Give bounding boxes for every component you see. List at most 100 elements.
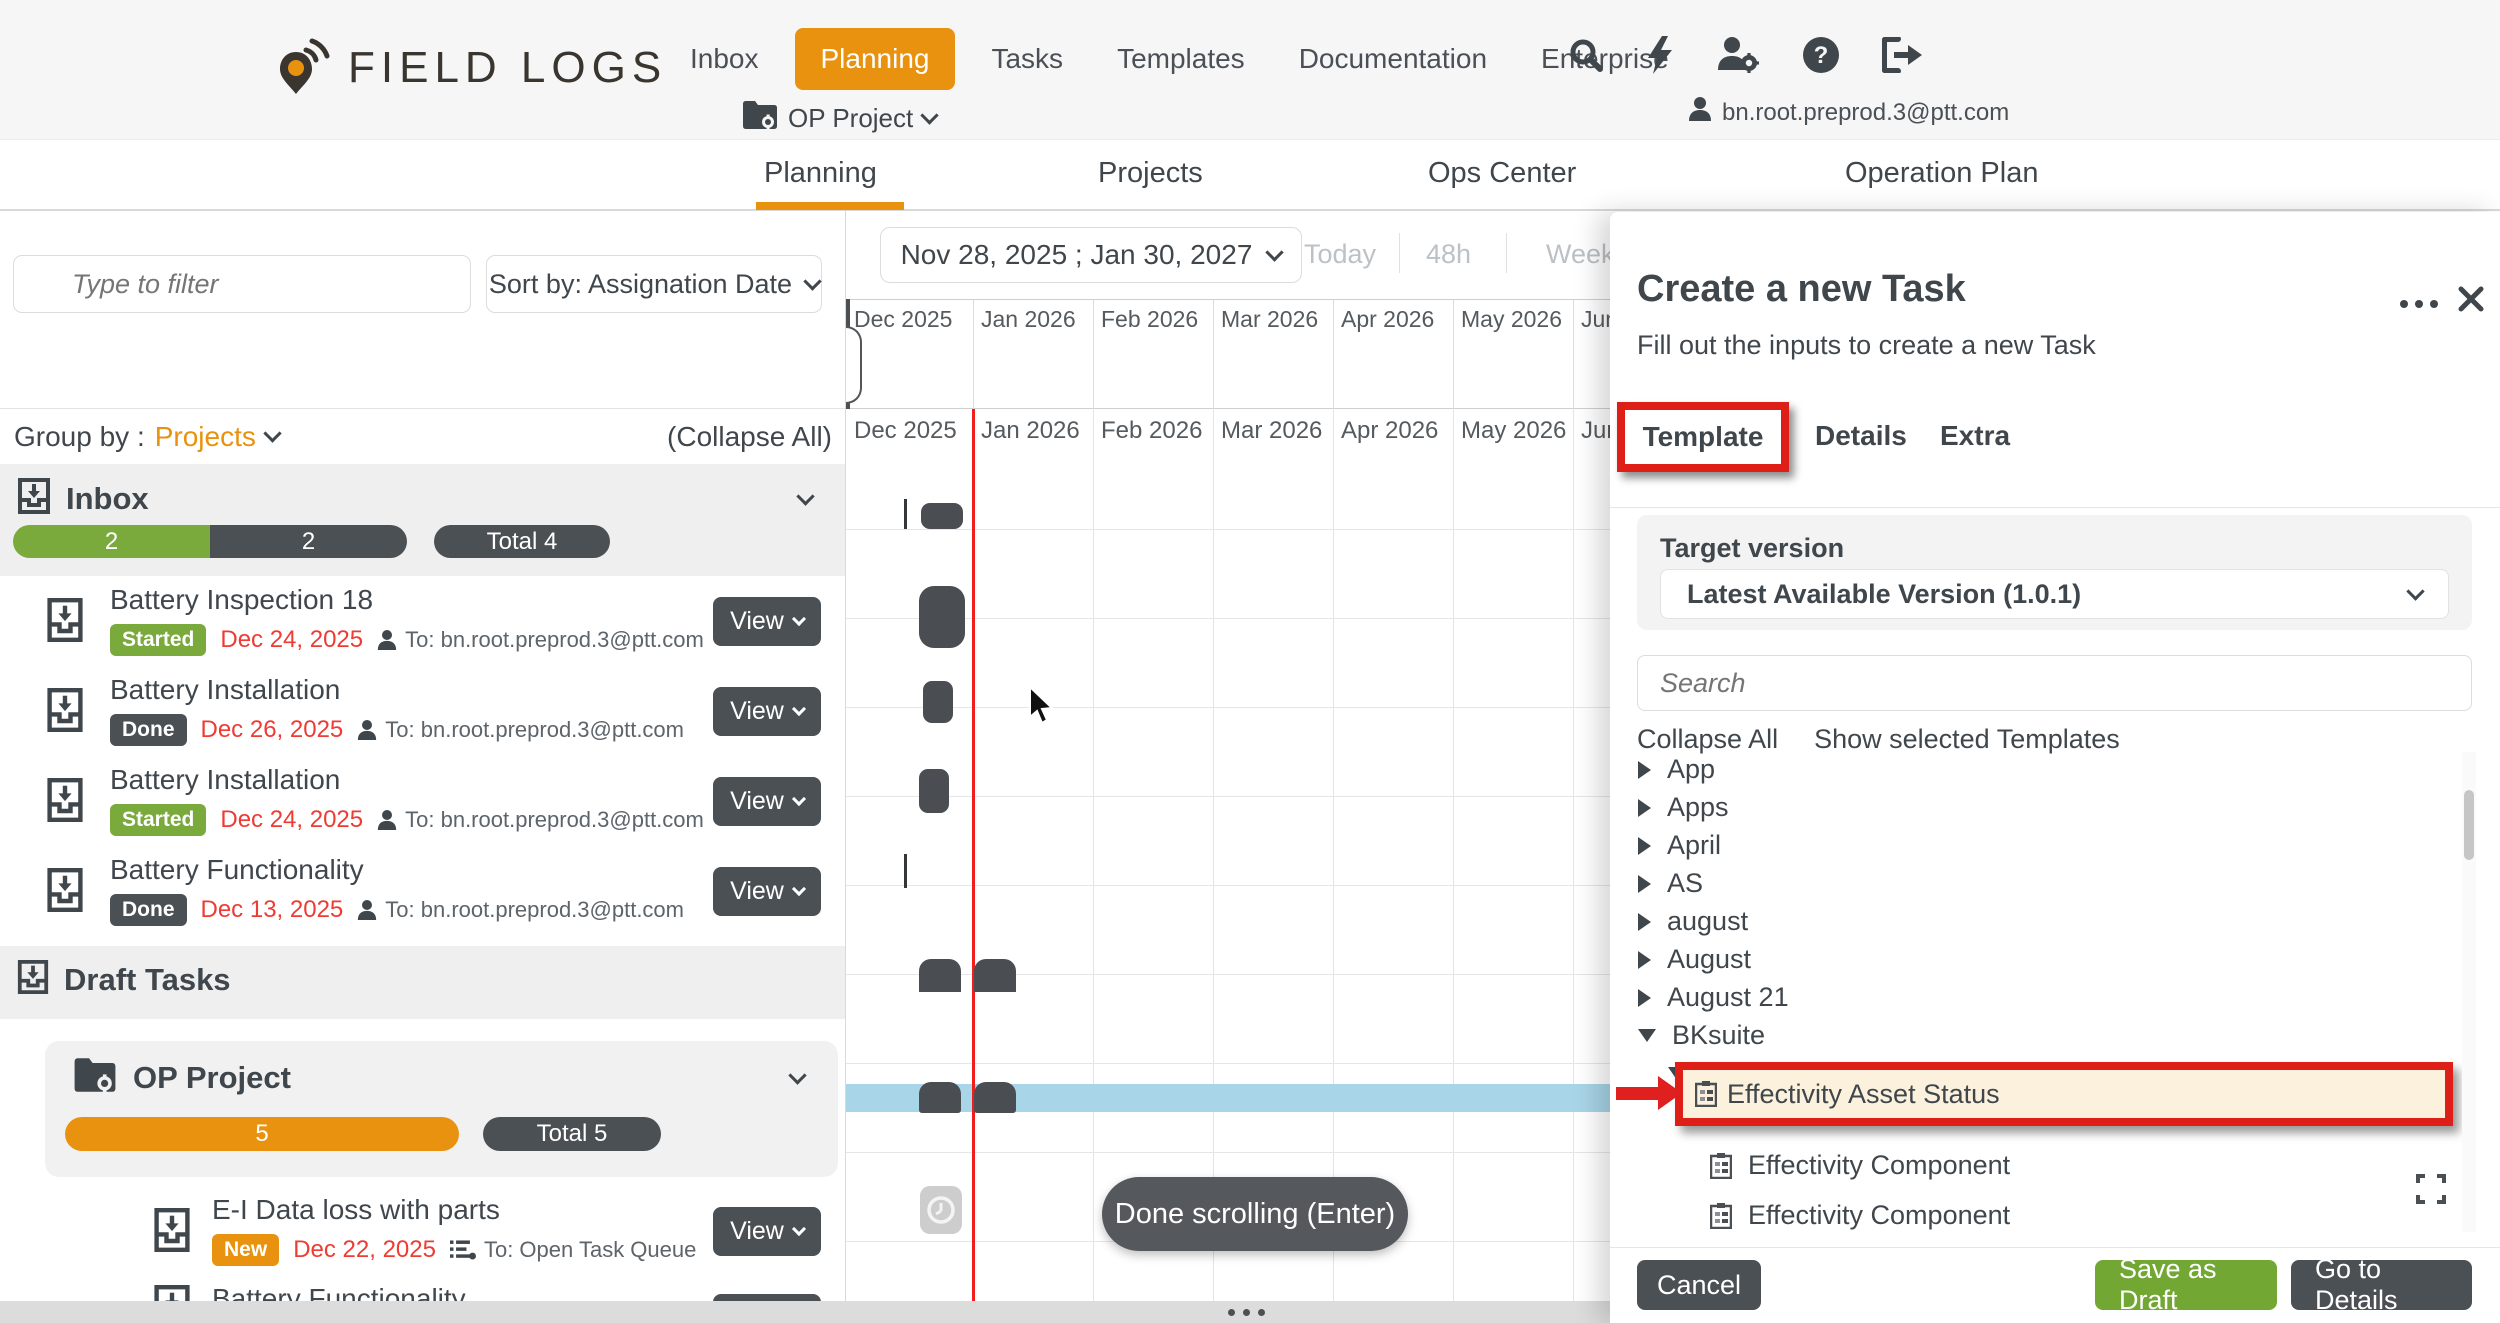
zoom-week-button[interactable]: Week [1546, 239, 1610, 270]
gantt-bar[interactable] [919, 586, 965, 648]
inbox-section-header[interactable]: Inbox 2 2 Total 4 [0, 464, 846, 576]
expand-fullscreen-icon[interactable] [2416, 1174, 2446, 1209]
brand-logo[interactable]: FIELD LOGS [278, 34, 667, 101]
nav-templates[interactable]: Templates [1099, 29, 1263, 89]
more-options-icon[interactable] [2400, 300, 2438, 308]
tree-item-as[interactable]: AS [1638, 868, 1703, 899]
gantt-bar[interactable] [919, 769, 949, 813]
task-title: E-I Data loss with parts [212, 1194, 500, 1226]
task-row-partial[interactable]: Battery Functionality [0, 1277, 846, 1301]
view-button[interactable]: View [713, 597, 821, 646]
tree-scrollbar[interactable] [2462, 752, 2476, 1232]
gantt-minimap[interactable]: Dec 2025 Jan 2026 Feb 2026 Mar 2026 Apr … [846, 299, 1610, 409]
view-button[interactable] [713, 1294, 821, 1301]
inbox-count-started: 2 [13, 525, 210, 558]
tree-item-august-21[interactable]: August 21 [1638, 982, 1789, 1013]
nav-inbox[interactable]: Inbox [672, 29, 777, 89]
view-button[interactable]: View [713, 777, 821, 826]
tree-item-bksuite[interactable]: BKsuite [1638, 1020, 1765, 1051]
collapse-all-link[interactable]: Collapse All [1637, 724, 1778, 755]
collapse-all-link[interactable]: (Collapse All) [667, 421, 832, 453]
person-icon [377, 809, 397, 831]
header-icon-group: ? [1568, 36, 1922, 74]
gantt-bar[interactable] [919, 1082, 961, 1113]
go-to-details-button[interactable]: Go to Details [2291, 1260, 2472, 1310]
task-row[interactable]: Battery Functionality Done Dec 13, 2025 … [0, 846, 846, 936]
save-as-draft-button[interactable]: Save as Draft [2095, 1260, 2277, 1310]
draft-tasks-header: Draft Tasks [0, 946, 846, 1019]
sort-label: Sort by: Assignation Date [489, 269, 792, 300]
horizontal-scrollbar[interactable] [0, 1301, 1610, 1323]
show-selected-link[interactable]: Show selected Templates [1814, 724, 2120, 755]
task-row[interactable]: Battery Installation Started Dec 24, 202… [0, 756, 846, 846]
gantt-bar[interactable] [921, 503, 963, 529]
template-search-input[interactable] [1637, 655, 2472, 711]
tab-ops-center[interactable]: Ops Center [1428, 157, 1576, 190]
minimap-month-label: May 2026 [1461, 306, 1562, 333]
nav-documentation[interactable]: Documentation [1281, 29, 1505, 89]
user-settings-icon[interactable] [1716, 36, 1760, 74]
tree-item-august[interactable]: August [1638, 944, 1751, 975]
gantt-milestone-tick[interactable] [904, 854, 907, 888]
logout-icon[interactable] [1882, 37, 1922, 73]
gantt-bar[interactable] [974, 959, 1016, 992]
tree-scrollbar-thumb[interactable] [2464, 790, 2474, 860]
tree-item-apps[interactable]: Apps [1638, 792, 1729, 823]
help-icon[interactable]: ? [1802, 36, 1840, 74]
tab-planning[interactable]: Planning [764, 157, 877, 190]
tree-item-effectivity-component-2[interactable]: Effectivity Component [1710, 1200, 2010, 1231]
project-group-total: Total 5 [483, 1117, 661, 1151]
minimap-viewport-grip[interactable] [846, 326, 862, 404]
chevron-down-icon[interactable] [799, 490, 812, 508]
tab-details[interactable]: Details [1815, 420, 1907, 452]
person-icon [357, 899, 377, 921]
tab-extra[interactable]: Extra [1940, 420, 2010, 452]
project-group-card[interactable]: OP Project 5 Total 5 [45, 1041, 838, 1177]
date-range-picker[interactable]: Nov 28, 2025 ; Jan 30, 2027 [880, 227, 1302, 283]
template-tree: App Apps April AS august August August 2… [1610, 752, 2448, 1232]
chevron-down-icon[interactable] [791, 1069, 804, 1087]
chevron-down-icon [1266, 243, 1284, 261]
gantt-bar[interactable] [923, 681, 953, 723]
tree-item-app[interactable]: App [1638, 754, 1715, 785]
view-button[interactable]: View [713, 687, 821, 736]
minimap-month-label: Jun 2026 [1581, 306, 1610, 333]
nav-planning[interactable]: Planning [795, 28, 956, 90]
person-icon [1688, 96, 1712, 129]
tree-item-august-lc[interactable]: august [1638, 906, 1748, 937]
view-button[interactable]: View [713, 867, 821, 916]
gantt-month-label: Jan 2026 [981, 417, 1080, 445]
gantt-month-label: May 2026 [1461, 417, 1566, 445]
tree-item-april[interactable]: April [1638, 830, 1721, 861]
task-row[interactable]: Battery Installation Done Dec 26, 2025 T… [0, 666, 846, 756]
lightning-icon[interactable] [1646, 36, 1674, 74]
done-scrolling-button[interactable]: Done scrolling (Enter) [1102, 1177, 1408, 1251]
project-group-count: 5 [65, 1117, 459, 1151]
tab-template[interactable]: Template [1643, 421, 1764, 453]
sort-dropdown[interactable]: Sort by: Assignation Date [486, 255, 822, 313]
today-line [972, 409, 975, 1301]
view-button[interactable]: View [713, 1207, 821, 1256]
nav-tasks[interactable]: Tasks [973, 29, 1081, 89]
tree-item-effectivity-asset-status[interactable]: Effectivity Asset Status [1727, 1079, 2000, 1110]
selected-template-annotation: Effectivity Asset Status [1675, 1062, 2453, 1126]
task-row[interactable]: E-I Data loss with parts New Dec 22, 202… [0, 1186, 846, 1276]
target-version-select[interactable]: Latest Available Version (1.0.1) [1660, 569, 2449, 619]
tree-item-effectivity-component[interactable]: Effectivity Component [1710, 1150, 2010, 1181]
gantt-bar[interactable] [919, 959, 961, 992]
project-selector[interactable]: OP Project [742, 100, 936, 137]
gantt-month-label: Mar 2026 [1221, 417, 1322, 445]
search-icon[interactable] [1568, 37, 1604, 73]
gantt-milestone-tick[interactable] [904, 499, 907, 529]
group-by-value[interactable]: Projects [155, 421, 279, 453]
filter-input[interactable] [13, 255, 471, 313]
tab-projects[interactable]: Projects [1098, 157, 1203, 190]
task-list-pane: Sort by: Assignation Date Group by : Pro… [0, 211, 846, 1301]
tab-operation-plan[interactable]: Operation Plan [1845, 157, 2038, 190]
task-row[interactable]: Battery Inspection 18 Started Dec 24, 20… [0, 576, 846, 666]
gantt-bar[interactable] [974, 1082, 1016, 1113]
zoom-48h-button[interactable]: 48h [1426, 239, 1471, 270]
close-icon[interactable] [2458, 286, 2484, 317]
cancel-button[interactable]: Cancel [1637, 1260, 1761, 1310]
zoom-today-button[interactable]: Today [1304, 239, 1376, 270]
